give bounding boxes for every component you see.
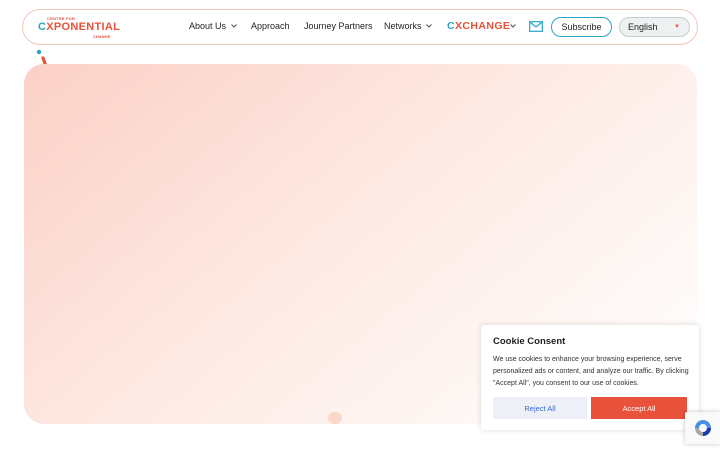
chevron-down-icon[interactable]: [229, 21, 239, 31]
logo-main-text: CXPONENTIAL: [38, 21, 120, 33]
language-select-value: English: [628, 22, 658, 32]
nav-exchange[interactable]: CXCHANGE: [447, 20, 510, 32]
mail-icon[interactable]: [529, 21, 543, 32]
recaptcha-badge[interactable]: [685, 412, 720, 444]
nav-networks[interactable]: Networks: [384, 21, 422, 31]
nav-approach[interactable]: Approach: [251, 21, 290, 31]
logo-c: C: [38, 21, 47, 33]
subscribe-button[interactable]: Subscribe: [551, 17, 612, 37]
logo-bottom-text: CHANGE: [93, 34, 111, 39]
cookie-consent-title: Cookie Consent: [493, 336, 566, 347]
caret-down-icon: ▼: [674, 24, 680, 30]
top-navbar: CENTRE FOR CXPONENTIAL CHANGE About Us A…: [22, 9, 698, 45]
language-select[interactable]: English ▼: [619, 17, 690, 37]
logo-main-rest: XPONENTIAL: [46, 21, 121, 33]
cookie-consent-dialog: Cookie Consent We use cookies to enhance…: [481, 325, 699, 430]
chevron-down-icon[interactable]: [424, 21, 434, 31]
accept-all-button[interactable]: Accept All: [591, 397, 687, 419]
logo[interactable]: CENTRE FOR CXPONENTIAL CHANGE: [38, 16, 120, 42]
cookie-consent-text: We use cookies to enhance your browsing …: [493, 356, 689, 387]
nav-journey-partners[interactable]: Journey Partners: [304, 21, 373, 31]
carousel-dot[interactable]: [328, 412, 342, 424]
nav-about-us[interactable]: About Us: [189, 21, 226, 31]
exchange-rest: XCHANGE: [454, 20, 511, 32]
reject-all-button[interactable]: Reject All: [493, 397, 587, 419]
exchange-c: C: [447, 20, 455, 32]
recaptcha-icon: [695, 420, 711, 436]
chevron-down-icon[interactable]: [508, 21, 518, 31]
